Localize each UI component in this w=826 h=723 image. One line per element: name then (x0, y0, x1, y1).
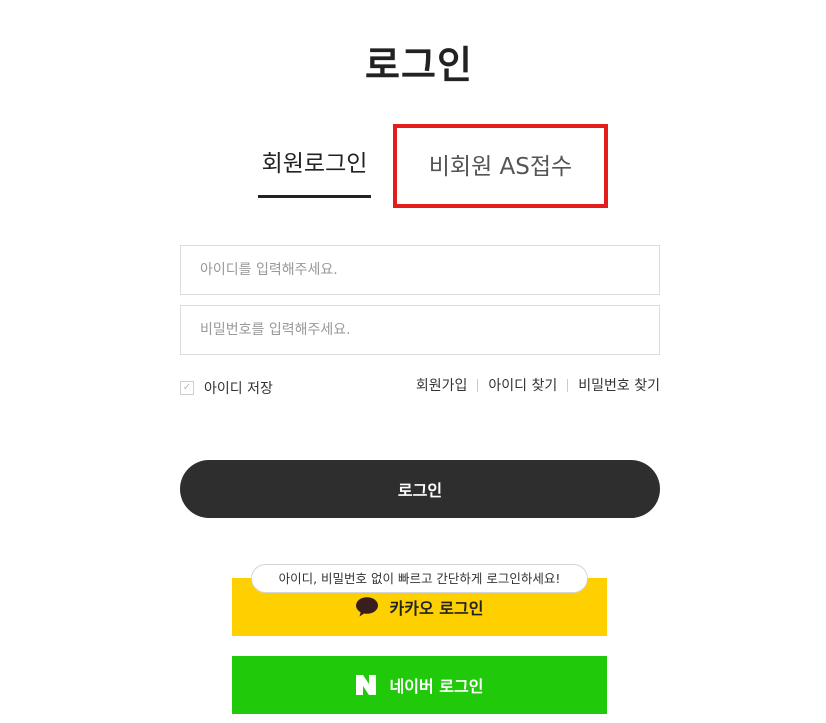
login-button[interactable]: 로그인 (180, 460, 660, 518)
link-divider (477, 378, 479, 392)
page-title: 로그인 (365, 43, 473, 87)
signup-link[interactable]: 회원가입 (416, 375, 468, 395)
naver-login-button[interactable]: 네이버 로그인 (232, 656, 607, 714)
id-input[interactable] (180, 245, 660, 295)
account-links: 회원가입 아이디 찾기 비밀번호 찾기 (416, 375, 660, 395)
naver-login-label: 네이버 로그인 (389, 677, 484, 696)
naver-n-icon (355, 675, 376, 695)
login-tabs: 회원로그인 비회원 AS접수 (0, 124, 826, 210)
password-input[interactable] (180, 305, 660, 355)
kakao-login-label: 카카오 로그인 (389, 599, 484, 618)
link-divider (567, 378, 569, 392)
find-id-link[interactable]: 아이디 찾기 (488, 375, 557, 395)
kakao-speech-bubble-icon (355, 597, 378, 617)
check-icon[interactable]: ✓ (180, 381, 194, 395)
save-id-checkbox[interactable]: ✓ 아이디 저장 (180, 378, 273, 398)
save-id-label: 아이디 저장 (204, 381, 273, 397)
kakao-tooltip: 아이디, 비밀번호 없이 빠르고 간단하게 로그인하세요! (251, 564, 588, 593)
tab-member-login[interactable]: 회원로그인 (258, 148, 371, 198)
find-password-link[interactable]: 비밀번호 찾기 (578, 375, 660, 395)
tab-guest-as[interactable]: 비회원 AS접수 (393, 124, 608, 208)
